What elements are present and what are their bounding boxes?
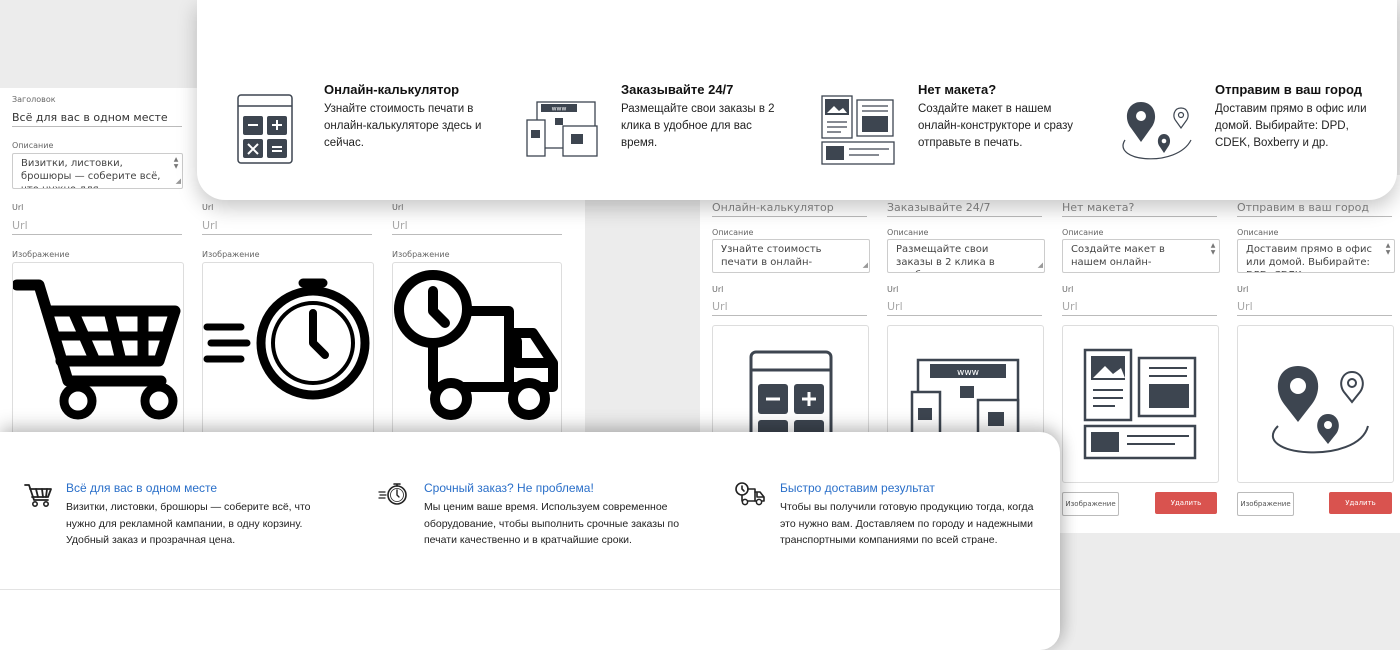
desc-textarea-r3[interactable]: Создайте макет в нашем онлайн-конструкто… — [1062, 239, 1220, 273]
stopwatch-icon — [378, 483, 407, 505]
cart-icon — [24, 484, 52, 507]
scroll-arrows-icon[interactable]: ▲ ▼ — [172, 156, 180, 170]
desc-text-r4: Доставим прямо в офис или домой. Выбирай… — [1246, 244, 1372, 272]
layout-icon — [1083, 348, 1197, 460]
url-input-r4[interactable]: Url — [1237, 299, 1392, 316]
map-pin-icon — [1122, 102, 1192, 160]
url-label-r3: Url — [1062, 285, 1074, 294]
map-pin-icon — [1272, 366, 1369, 454]
benefits-card: Всё для вас в одном месте Визитки, листо… — [0, 432, 1060, 650]
feature-title-3: Нет макета? — [918, 82, 997, 97]
image-upload-button-4[interactable]: Изображение — [1237, 492, 1294, 516]
benefit-title-2: Срочный заказ? Не проблема! — [424, 481, 594, 495]
url-input-2[interactable]: Url — [202, 218, 372, 235]
url-label-2: Url — [202, 203, 214, 212]
feature-text-1: Узнайте стоимость печати в онлайн-кальку… — [324, 103, 482, 149]
delete-button-4[interactable]: Удалить — [1329, 492, 1392, 514]
column-title-1[interactable]: Онлайн-калькулятор — [712, 200, 867, 217]
url-input-r2[interactable]: Url — [887, 299, 1042, 316]
cart-icon — [13, 279, 181, 420]
image-preview-stopwatch[interactable] — [202, 262, 374, 440]
truck-icon — [394, 270, 558, 420]
url-label-3: Url — [392, 203, 404, 212]
desc-label-r3: Описание — [1062, 228, 1104, 237]
benefit-title-3: Быстро доставим результат — [780, 481, 935, 495]
desc-textarea-r1[interactable]: Узнайте стоимость печати в онлайн-кальку… — [712, 239, 870, 273]
url-label-r1: Url — [712, 285, 724, 294]
delete-button-3[interactable]: Удалить — [1155, 492, 1217, 514]
image-label-1: Изображение — [12, 250, 70, 259]
image-preview-truck[interactable] — [392, 262, 562, 440]
column-title-3[interactable]: Нет макета? — [1062, 200, 1217, 217]
scroll-arrows-icon[interactable]: ▲ ▼ — [1384, 242, 1392, 256]
svg-text:www: www — [957, 368, 979, 378]
feature-text-3: Создайте макет в нашем онлайн-конструкто… — [918, 103, 1074, 149]
image-preview-layout[interactable] — [1062, 325, 1219, 483]
resize-handle-icon[interactable]: ◢ — [1038, 259, 1043, 272]
desc-label-r4: Описание — [1237, 228, 1279, 237]
heading-input[interactable]: Всё для вас в одном месте — [12, 110, 182, 127]
desc-label-r1: Описание — [712, 228, 754, 237]
url-label-r2: Url — [887, 285, 899, 294]
url-input-1[interactable]: Url — [12, 218, 182, 235]
benefits-divider — [0, 589, 1060, 590]
image-preview-cart[interactable] — [12, 262, 184, 440]
benefit-text-3: Чтобы вы получили готовую продукцию тогд… — [780, 501, 1034, 546]
url-input-r3[interactable]: Url — [1062, 299, 1217, 316]
stopwatch-icon — [203, 278, 370, 400]
resize-handle-icon[interactable]: ◢ — [176, 175, 181, 188]
feature-text-2: Размещайте свои заказы в 2 клика в удобн… — [621, 103, 775, 149]
desc-text-r3: Создайте макет в нашем онлайн-конструкто… — [1071, 244, 1186, 272]
image-upload-button-3[interactable]: Изображение — [1062, 492, 1119, 516]
feature-title-4: Отправим в ваш город — [1215, 82, 1362, 97]
url-label-1: Url — [12, 203, 24, 212]
url-input-r1[interactable]: Url — [712, 299, 867, 316]
image-label-2: Изображение — [202, 250, 260, 259]
features-card: Онлайн-калькулятор Узнайте стоимость печ… — [197, 0, 1397, 200]
image-preview-map[interactable] — [1237, 325, 1394, 483]
truck-icon — [735, 482, 765, 506]
scroll-arrows-icon[interactable]: ▲ ▼ — [1209, 242, 1217, 256]
svg-text:www: www — [552, 106, 567, 113]
heading-label: Заголовок — [12, 95, 56, 104]
benefit-text-2: Мы ценим ваше время. Используем современ… — [424, 501, 680, 546]
desc-label-r2: Описание — [887, 228, 929, 237]
calculator-icon — [237, 94, 293, 164]
column-title-2[interactable]: Заказывайте 24/7 — [887, 200, 1042, 217]
benefit-title-1: Всё для вас в одном месте — [66, 481, 218, 495]
desc-textarea[interactable]: Визитки, листовки, брошюры — соберите вс… — [12, 153, 183, 189]
desc-textarea-r4[interactable]: Доставим прямо в офис или домой. Выбирай… — [1237, 239, 1395, 273]
column-title-4[interactable]: Отправим в ваш город — [1237, 200, 1392, 217]
benefit-text-1: Визитки, листовки, брошюры — соберите вс… — [66, 501, 311, 546]
desc-text-r2: Размещайте свои заказы в 2 клика в удобн… — [896, 244, 1021, 272]
url-label-r4: Url — [1237, 285, 1249, 294]
feature-text-4: Доставим прямо в офис или домой. Выбирай… — [1215, 103, 1367, 149]
desc-label: Описание — [12, 141, 54, 150]
resize-handle-icon[interactable]: ◢ — [863, 259, 868, 272]
url-input-3[interactable]: Url — [392, 218, 562, 235]
devices-icon: www — [526, 101, 598, 157]
feature-title-1: Онлайн-калькулятор — [324, 82, 460, 97]
desc-text: Визитки, листовки, брошюры — соберите вс… — [21, 158, 161, 188]
feature-title-2: Заказывайте 24/7 — [621, 82, 734, 97]
desc-textarea-r2[interactable]: Размещайте свои заказы в 2 клика в удобн… — [887, 239, 1045, 273]
desc-text-r1: Узнайте стоимость печати в онлайн-кальку… — [721, 244, 837, 272]
image-label-3: Изображение — [392, 250, 450, 259]
layout-icon — [821, 95, 895, 165]
